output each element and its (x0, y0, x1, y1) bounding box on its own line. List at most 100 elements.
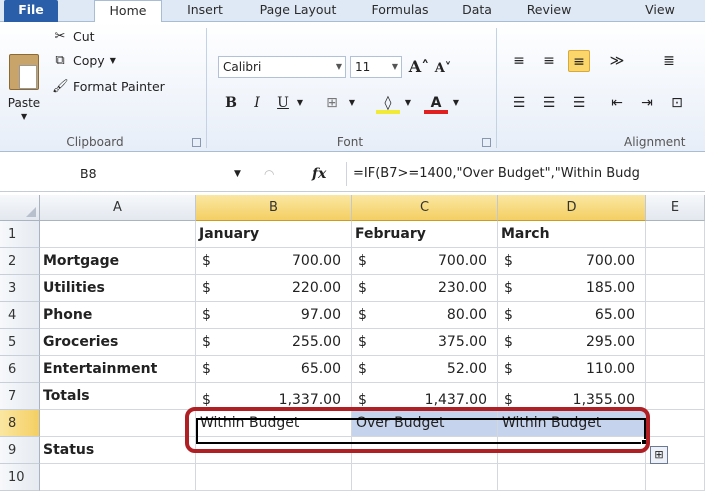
amount-cell[interactable]: $1,355.00 (498, 383, 646, 410)
insert-function-icon[interactable]: fx (312, 162, 332, 186)
underline-icon[interactable]: U (272, 92, 294, 114)
row-header-3[interactable]: 3 (0, 275, 40, 302)
paste-button[interactable]: Paste ▼ (6, 50, 42, 130)
tab-home[interactable]: Home (94, 0, 162, 23)
align-top-icon[interactable]: ≡ (508, 50, 530, 72)
tab-page-layout[interactable]: Page Layout (248, 0, 348, 22)
month-header[interactable]: February (352, 221, 498, 248)
row-header-1[interactable]: 1 (0, 221, 40, 248)
tab-view[interactable]: View (636, 0, 684, 22)
row-label[interactable]: Phone (40, 302, 196, 329)
row-header-8[interactable]: 8 (0, 410, 40, 437)
chevron-down-icon[interactable]: ▼ (234, 162, 241, 186)
amount-cell[interactable]: $80.00 (352, 302, 498, 329)
align-left-icon[interactable]: ☰ (508, 92, 530, 114)
increase-indent-icon[interactable]: ⇥ (636, 92, 658, 114)
table-cell[interactable] (498, 437, 646, 464)
amount-cell[interactable]: $220.00 (196, 275, 352, 302)
align-center-icon[interactable]: ☰ (538, 92, 560, 114)
table-cell[interactable] (646, 383, 705, 410)
amount-cell[interactable]: $375.00 (352, 329, 498, 356)
select-all-corner[interactable] (0, 195, 40, 221)
table-cell[interactable] (646, 275, 705, 302)
formula-input[interactable]: =IF(B7>=1400,"Over Budget","Within Budg (346, 162, 705, 186)
column-header-b[interactable]: B (196, 195, 352, 221)
tab-formulas[interactable]: Formulas (360, 0, 440, 22)
budget-status-cell[interactable]: Within Budget (196, 410, 352, 437)
tab-insert[interactable]: Insert (175, 0, 235, 22)
column-header-a[interactable]: A (40, 195, 196, 221)
amount-cell[interactable]: $1,337.00 (196, 383, 352, 410)
chevron-down-icon[interactable]: ▼ (346, 92, 358, 114)
row-header-2[interactable]: 2 (0, 248, 40, 275)
table-cell[interactable] (352, 464, 498, 491)
amount-cell[interactable]: $230.00 (352, 275, 498, 302)
amount-cell[interactable]: $65.00 (498, 302, 646, 329)
format-painter-button[interactable]: 🖌 Format Painter (52, 76, 165, 98)
table-cell[interactable] (40, 410, 196, 437)
amount-cell[interactable]: $255.00 (196, 329, 352, 356)
tab-data[interactable]: Data (452, 0, 502, 22)
table-cell[interactable] (646, 248, 705, 275)
column-header-e[interactable]: E (646, 195, 705, 221)
shrink-font-icon[interactable]: A˅ (432, 58, 454, 80)
table-cell[interactable] (196, 437, 352, 464)
row-label[interactable]: Mortgage (40, 248, 196, 275)
amount-cell[interactable]: $52.00 (352, 356, 498, 383)
row-label[interactable]: Groceries (40, 329, 196, 356)
amount-cell[interactable]: $700.00 (352, 248, 498, 275)
decrease-indent-icon[interactable]: ⇤ (606, 92, 628, 114)
amount-cell[interactable]: $700.00 (498, 248, 646, 275)
amount-cell[interactable]: $295.00 (498, 329, 646, 356)
table-cell[interactable] (352, 437, 498, 464)
merge-center-icon[interactable]: ⊡ (666, 92, 688, 114)
fill-color-icon[interactable]: ◊ (376, 92, 400, 114)
budget-status-cell[interactable]: Over Budget (352, 410, 498, 437)
table-cell[interactable] (646, 329, 705, 356)
amount-cell[interactable]: $97.00 (196, 302, 352, 329)
chevron-down-icon[interactable]: ▼ (402, 92, 414, 114)
wrap-text-icon[interactable]: ≣ (658, 50, 680, 72)
quick-analysis-icon[interactable]: ⊞ (650, 446, 668, 464)
row-header-7[interactable]: 7 (0, 383, 40, 410)
table-cell[interactable] (498, 464, 646, 491)
spreadsheet-grid[interactable]: A B C D E 1 January February March 2 Mortgage $700.… (0, 195, 705, 498)
row-header-4[interactable]: 4 (0, 302, 40, 329)
table-cell[interactable] (196, 464, 352, 491)
fill-handle[interactable] (641, 439, 647, 445)
month-header[interactable]: March (498, 221, 646, 248)
name-box[interactable]: B8 ▼ (8, 162, 241, 186)
chevron-down-icon[interactable]: ▼ (450, 92, 462, 114)
row-label[interactable]: Entertainment (40, 356, 196, 383)
bold-icon[interactable]: B (220, 92, 242, 114)
amount-cell[interactable]: $65.00 (196, 356, 352, 383)
font-size-select[interactable]: 11 ▼ (350, 56, 402, 78)
font-color-icon[interactable]: A (424, 92, 448, 114)
month-header[interactable]: January (196, 221, 352, 248)
amount-cell[interactable]: $110.00 (498, 356, 646, 383)
budget-status-cell[interactable]: Within Budget (498, 410, 646, 437)
align-middle-icon[interactable]: ≡ (538, 50, 560, 72)
align-bottom-icon[interactable]: ≡ (568, 50, 590, 72)
row-header-6[interactable]: 6 (0, 356, 40, 383)
amount-cell[interactable]: $1,437.00 (352, 383, 498, 410)
table-cell[interactable] (40, 464, 196, 491)
clipboard-launcher-icon[interactable] (192, 138, 201, 147)
status-label[interactable]: Status (40, 437, 196, 464)
amount-cell[interactable]: $700.00 (196, 248, 352, 275)
row-label[interactable]: Totals (40, 383, 196, 410)
copy-button[interactable]: ⧉ Copy ▼ (52, 50, 116, 72)
tab-review[interactable]: Review (515, 0, 583, 22)
table-cell[interactable] (646, 464, 705, 491)
table-cell[interactable] (646, 302, 705, 329)
orientation-icon[interactable]: ≫ (606, 50, 628, 72)
row-header-9[interactable]: 9 (0, 437, 40, 464)
table-cell[interactable] (646, 410, 705, 437)
cut-button[interactable]: ✂ Cut (52, 26, 95, 48)
row-header-10[interactable]: 10 (0, 464, 40, 491)
table-cell[interactable] (40, 221, 196, 248)
table-cell[interactable] (646, 221, 705, 248)
chevron-down-icon[interactable]: ▼ (110, 50, 116, 72)
table-cell[interactable] (646, 356, 705, 383)
borders-icon[interactable]: ⊞ (320, 92, 344, 114)
